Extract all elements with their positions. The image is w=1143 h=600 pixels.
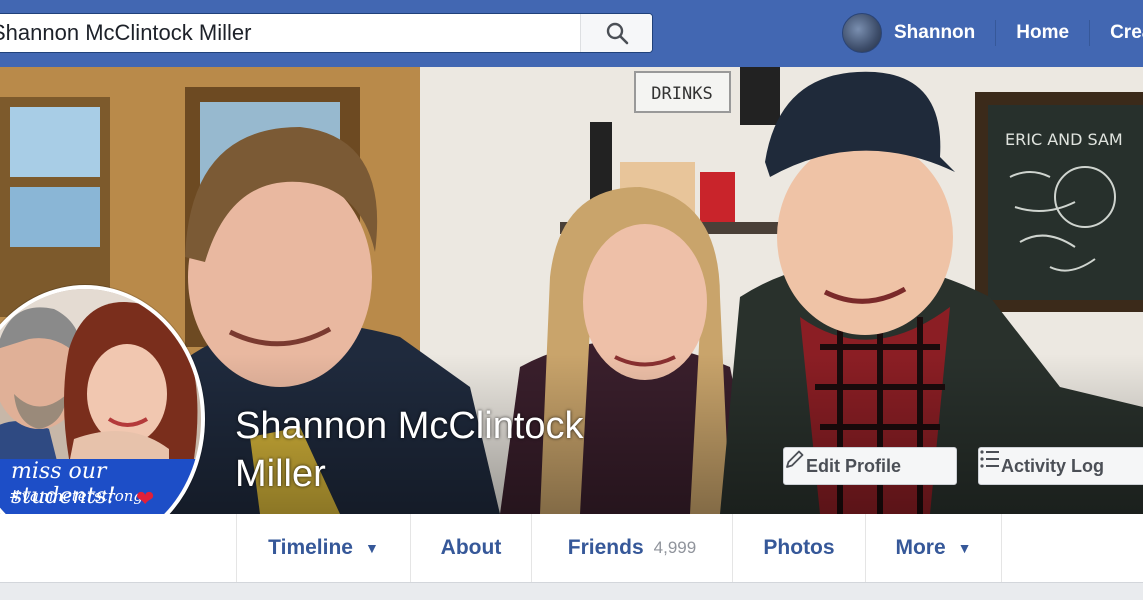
nav-create-link[interactable]: Create	[1090, 12, 1143, 54]
tab-timeline[interactable]: Timeline ▼	[236, 514, 411, 582]
friends-count: 4,999	[653, 538, 697, 557]
profile-picture-image: miss our students! #vanmeterstrong ❤	[0, 289, 201, 549]
tab-more[interactable]: More ▼	[866, 514, 1002, 582]
search-input[interactable]	[0, 14, 571, 52]
tab-label: About	[440, 536, 502, 559]
profile-name[interactable]: Shannon McClintock Miller	[235, 402, 655, 498]
tab-label: More	[895, 536, 946, 559]
chalkboard-text: ERIC AND SAM	[1005, 130, 1123, 149]
top-navigation-bar: Shannon Home Create	[0, 0, 1143, 68]
search-button[interactable]	[580, 14, 652, 52]
caret-down-icon: ▼	[364, 540, 379, 556]
cover-sign-text: DRINKS	[651, 84, 712, 104]
tab-about[interactable]: About	[411, 514, 532, 582]
activity-log-button[interactable]: Activity Log	[978, 447, 1143, 485]
profile-picture[interactable]: miss our students! #vanmeterstrong ❤	[0, 285, 205, 553]
caret-down-icon: ▼	[957, 540, 972, 556]
nav-right: Shannon Home Create	[842, 12, 1143, 54]
tab-label: Photos	[763, 536, 835, 559]
tab-label: Friends	[567, 536, 644, 559]
nav-home-link[interactable]: Home	[996, 12, 1089, 54]
tab-friends[interactable]: Friends 4,999	[532, 514, 733, 582]
nav-user-link[interactable]: Shannon	[882, 12, 995, 54]
edit-profile-button[interactable]: Edit Profile	[783, 447, 957, 485]
nav-avatar[interactable]	[842, 13, 882, 53]
edit-profile-label: Edit Profile	[806, 455, 902, 476]
picture-hashtag: #vanmeterstrong	[9, 487, 144, 505]
search-icon	[606, 22, 628, 45]
heart-icon: ❤	[136, 486, 155, 511]
activity-log-label: Activity Log	[1001, 455, 1105, 476]
search-box	[0, 13, 653, 53]
profile-tabs: Timeline ▼ About Friends 4,999 Photos Mo…	[0, 514, 1143, 583]
tab-label: Timeline	[268, 536, 353, 559]
tab-photos[interactable]: Photos	[733, 514, 866, 582]
